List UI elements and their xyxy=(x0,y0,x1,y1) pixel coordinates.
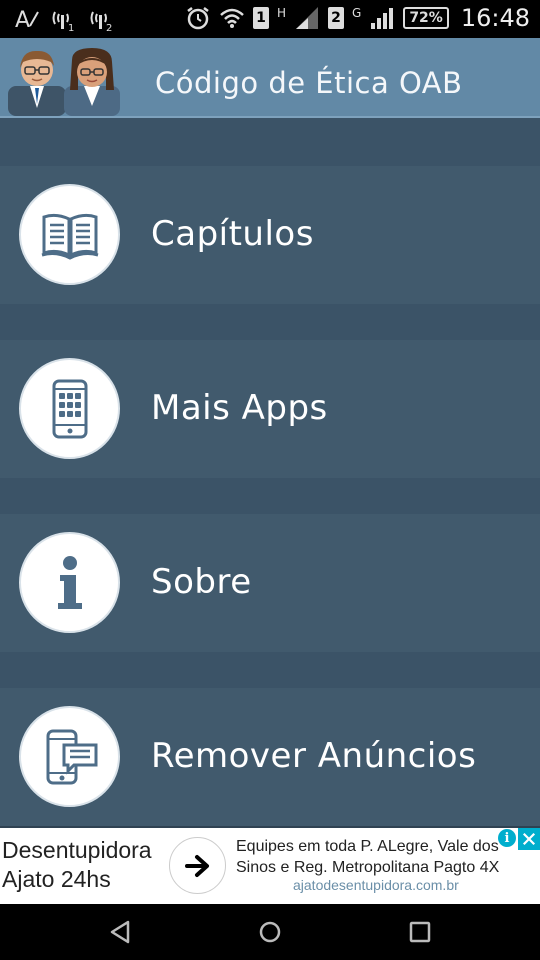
arrow-right-icon xyxy=(184,854,209,877)
book-icon xyxy=(19,184,120,285)
recents-icon[interactable] xyxy=(406,918,434,946)
menu-spacer xyxy=(0,304,540,340)
cell-signal-2-icon xyxy=(369,4,395,32)
home-icon[interactable] xyxy=(256,918,284,946)
network-type-2: G xyxy=(352,6,362,20)
signal-sim1-icon: 1 xyxy=(52,5,78,33)
back-icon[interactable] xyxy=(106,918,134,946)
ad-url[interactable]: ajatodesentupidora.com.br xyxy=(293,877,459,893)
menu-spacer xyxy=(0,652,540,688)
phone-message-icon xyxy=(19,706,120,807)
alarm-icon xyxy=(185,4,211,32)
menu-item-remover-anuncios[interactable]: Remover Anúncios xyxy=(0,688,540,826)
menu-item-label: Remover Anúncios xyxy=(151,736,477,776)
ad-info-icon[interactable]: i xyxy=(498,829,516,847)
menu-spacer xyxy=(0,478,540,514)
ad-banner[interactable]: Desentupidora Ajato 24hs Equipes em toda… xyxy=(0,828,540,904)
app-title: Código de Ética OAB xyxy=(155,66,463,100)
svg-text:2: 2 xyxy=(106,23,112,32)
ad-headline-line2: Ajato 24hs xyxy=(2,866,111,892)
signal-sim2-icon: 2 xyxy=(90,5,116,33)
close-icon xyxy=(522,832,536,846)
battery-indicator: 72% xyxy=(403,7,449,29)
svg-text:A: A xyxy=(15,8,30,32)
clock: 16:48 xyxy=(460,4,530,32)
info-icon xyxy=(19,532,120,633)
status-bar-right: 1 H 2 G 72% 16:48 xyxy=(185,4,530,32)
menu-spacer xyxy=(0,118,540,166)
menu-item-sobre[interactable]: Sobre xyxy=(0,514,540,652)
menu-item-capitulos[interactable]: Capítulos xyxy=(0,166,540,304)
menu-item-label: Sobre xyxy=(151,562,252,602)
lawyers-logo-icon xyxy=(6,46,122,116)
navigation-bar xyxy=(0,904,540,960)
ad-headline[interactable]: Desentupidora Ajato 24hs xyxy=(2,836,152,894)
text-size-icon: A xyxy=(14,5,40,33)
status-bar: A 1 2 1 H 2 G 72% 16:48 xyxy=(0,0,540,38)
menu-item-label: Capítulos xyxy=(151,214,314,254)
ad-arrow-button[interactable] xyxy=(169,837,226,894)
status-bar-left: A 1 2 xyxy=(14,5,116,33)
network-type-1: H xyxy=(276,6,286,20)
menu-item-label: Mais Apps xyxy=(151,388,328,428)
svg-text:1: 1 xyxy=(68,23,74,32)
ad-description[interactable]: Equipes em toda P. ALegre, Vale dos Sino… xyxy=(236,836,536,878)
menu-item-mais-apps[interactable]: Mais Apps xyxy=(0,340,540,478)
sim2-badge: 2 xyxy=(328,7,344,29)
wifi-icon xyxy=(219,4,245,32)
cell-signal-1-icon xyxy=(294,4,320,32)
sim1-badge: 1 xyxy=(252,7,269,29)
phone-apps-icon xyxy=(19,358,120,459)
ad-headline-line1: Desentupidora xyxy=(2,837,152,863)
app-bar: Código de Ética OAB xyxy=(0,38,540,118)
ad-close-button[interactable] xyxy=(518,828,540,850)
main-menu: Capítulos Mais Apps Sobre Remover Anúnci… xyxy=(0,118,540,826)
